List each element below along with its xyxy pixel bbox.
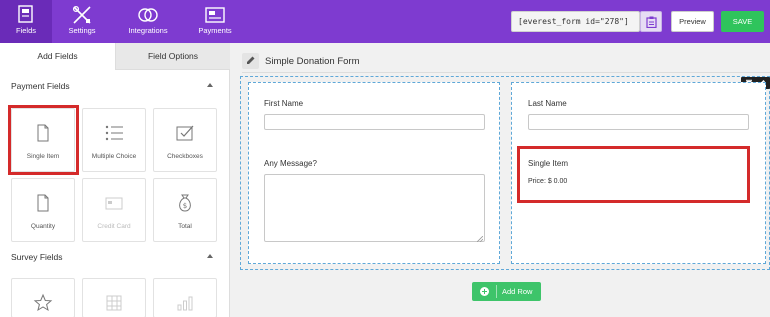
field-card-quantity[interactable]: Quantity [11,178,75,242]
message-label: Any Message? [264,159,317,168]
survey-fields-section-header[interactable]: Survey Fields [0,245,229,269]
payment-fields-section-header[interactable]: Payment Fields [0,74,229,98]
settings-icon [71,5,93,25]
payments-icon [204,5,226,25]
preview-button[interactable]: Preview [671,11,714,32]
field-card-label: Multiple Choice [91,153,137,160]
tab-add-fields[interactable]: Add Fields [0,43,115,70]
last-name-input[interactable] [528,114,749,130]
save-button[interactable]: SAVE [721,11,764,32]
resize-grip-icon[interactable] [476,234,484,243]
form-title[interactable]: Simple Donation Form [265,56,360,67]
message-textarea[interactable] [264,174,485,243]
last-name-label: Last Name [528,99,567,108]
top-navigation-bar: Fields Settings Integrations Payments [e… [0,0,770,43]
field-card-label: Total [178,223,192,230]
button-divider [496,285,497,298]
nav-settings[interactable]: Settings [56,0,108,43]
nav-integrations-label: Integrations [128,26,168,35]
nav-fields[interactable]: Fields [0,0,52,43]
survey-fields-title: Survey Fields [11,252,63,262]
list-icon [104,123,124,143]
collapse-caret-icon[interactable] [207,83,213,87]
nav-payments[interactable]: Payments [188,0,242,43]
field-card-scale[interactable] [153,278,217,317]
single-item-field-highlight [517,146,750,203]
grid-icon [104,293,124,313]
integrations-icon [137,5,159,25]
nav-integrations[interactable]: Integrations [118,0,178,43]
nav-settings-label: Settings [68,26,96,35]
nav-fields-label: Fields [15,26,36,35]
field-card-total[interactable]: $ Total [153,178,217,242]
nav-payments-label: Payments [198,26,232,35]
money-bag-icon: $ [175,193,195,213]
first-name-input[interactable] [264,114,485,130]
edit-title-button[interactable] [242,53,259,69]
svg-text:$: $ [183,202,187,210]
bar-chart-icon [175,293,195,313]
field-card-multiple-choice[interactable]: Multiple Choice [82,108,146,172]
pencil-icon [242,56,259,71]
plus-icon [480,287,489,296]
star-icon [33,293,53,313]
shortcode-field[interactable]: [everest_form id="278"] [511,11,640,32]
add-row-button[interactable]: Add Row [472,282,541,301]
field-card-label: Quantity [30,223,56,230]
copy-shortcode-button[interactable] [640,11,662,32]
credit-card-icon [104,193,124,213]
single-item-card-highlight [8,105,79,175]
tab-field-options[interactable]: Field Options [115,43,230,70]
checkbox-icon [175,123,195,143]
title-divider [242,72,770,73]
fields-icon [15,5,37,25]
field-card-rating[interactable] [11,278,75,317]
collapse-caret-icon[interactable] [207,254,213,258]
field-card-checkboxes[interactable]: Checkboxes [153,108,217,172]
field-card-label: Checkboxes [167,153,203,160]
file-icon [33,193,53,213]
field-card-credit-card[interactable]: Credit Card [82,178,146,242]
field-card-label: Credit Card [97,223,131,230]
payment-fields-title: Payment Fields [11,81,70,91]
field-card-likert[interactable] [82,278,146,317]
add-row-label: Add Row [502,287,533,296]
first-name-label: First Name [264,99,304,108]
